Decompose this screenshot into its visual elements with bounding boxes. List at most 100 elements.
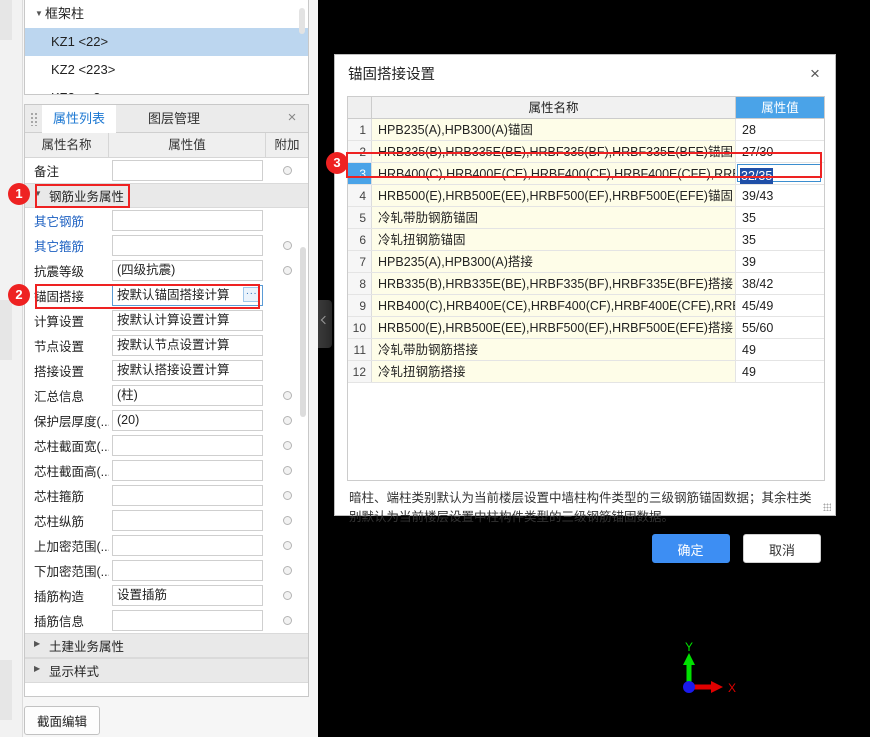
- attach-cell[interactable]: [266, 462, 308, 480]
- component-tree[interactable]: ▼框架柱 KZ1 <22> KZ2 <223> KZ2a <3>: [24, 0, 309, 95]
- property-row[interactable]: 芯柱截面高(...: [25, 458, 308, 483]
- table-row[interactable]: 11 冷轧带肋钢筋搭接 49: [348, 339, 824, 361]
- row-value[interactable]: 27/30: [736, 141, 824, 162]
- tree-group-frame-column[interactable]: ▼ 框架柱: [25, 0, 308, 28]
- cancel-button[interactable]: 取消: [743, 534, 821, 563]
- property-row[interactable]: 插筋构造 设置插筋: [25, 583, 308, 608]
- property-value-input[interactable]: [112, 535, 263, 556]
- radio-icon[interactable]: [282, 590, 292, 600]
- property-row[interactable]: 汇总信息 (柱): [25, 383, 308, 408]
- table-row[interactable]: 6 冷轧扭钢筋锚固 35: [348, 229, 824, 251]
- row-value[interactable]: 49: [736, 339, 824, 360]
- row-value[interactable]: 35: [736, 207, 824, 228]
- table-row[interactable]: 9 HRB400(C),HRB400E(CE),HRBF400(CF),HRBF…: [348, 295, 824, 317]
- tree-item-kz2[interactable]: KZ2 <223>: [25, 56, 308, 84]
- ok-button[interactable]: 确定: [651, 534, 730, 563]
- property-row[interactable]: 上加密范围(...: [25, 533, 308, 558]
- row-value-editing[interactable]: 32/35: [736, 163, 824, 184]
- property-value-input[interactable]: 按默认搭接设置计算: [112, 360, 263, 381]
- radio-icon[interactable]: [282, 165, 292, 175]
- row-value[interactable]: 38/42: [736, 273, 824, 294]
- property-row[interactable]: 其它钢筋: [25, 208, 308, 233]
- property-row[interactable]: 计算设置 按默认计算设置计算: [25, 308, 308, 333]
- property-row-anchor-lap[interactable]: 锚固搭接 按默认锚固搭接计算 ···: [25, 283, 308, 308]
- property-value-input[interactable]: 设置插筋: [112, 585, 263, 606]
- panel-collapse-handle[interactable]: [318, 300, 332, 348]
- tree-item-kz2a[interactable]: KZ2a <3>: [25, 84, 308, 94]
- property-value-input[interactable]: (柱): [112, 385, 263, 406]
- property-row[interactable]: 备注: [25, 158, 308, 183]
- property-row[interactable]: 芯柱截面宽(...: [25, 433, 308, 458]
- radio-icon[interactable]: [282, 440, 292, 450]
- row-value[interactable]: 45/49: [736, 295, 824, 316]
- table-row[interactable]: 2 HRB335(B),HRB335E(BE),HRBF335(BF),HRBF…: [348, 141, 824, 163]
- radio-icon[interactable]: [282, 465, 292, 475]
- property-value-input[interactable]: [112, 210, 263, 231]
- close-icon[interactable]: ×: [284, 110, 300, 126]
- tab-property-list[interactable]: 属性列表: [42, 105, 117, 133]
- property-value-input[interactable]: [112, 435, 263, 456]
- property-row[interactable]: 其它箍筋: [25, 233, 308, 258]
- property-value-input[interactable]: [112, 510, 263, 531]
- attach-cell[interactable]: [266, 487, 308, 505]
- tab-layer-management[interactable]: 图层管理: [137, 105, 211, 133]
- property-group-civil[interactable]: ▶ 土建业务属性: [25, 633, 308, 658]
- property-row[interactable]: 抗震等级 (四级抗震): [25, 258, 308, 283]
- property-row[interactable]: 节点设置 按默认节点设置计算: [25, 333, 308, 358]
- row-value[interactable]: 49: [736, 361, 824, 382]
- radio-icon[interactable]: [282, 615, 292, 625]
- drag-grip-icon[interactable]: [30, 112, 39, 126]
- table-row[interactable]: 8 HRB335(B),HRB335E(BE),HRBF335(BF),HRBF…: [348, 273, 824, 295]
- property-value-input[interactable]: 按默认计算设置计算: [112, 310, 263, 331]
- column-header-value[interactable]: 属性值: [736, 97, 824, 118]
- attach-cell[interactable]: [266, 512, 308, 530]
- ellipsis-button[interactable]: ···: [243, 287, 260, 302]
- property-row[interactable]: 芯柱纵筋: [25, 508, 308, 533]
- property-value-input[interactable]: [112, 235, 263, 256]
- property-row[interactable]: 搭接设置 按默认搭接设置计算: [25, 358, 308, 383]
- radio-icon[interactable]: [282, 565, 292, 575]
- row-value[interactable]: 39/43: [736, 185, 824, 206]
- value-edit-box[interactable]: 32/35: [737, 164, 821, 184]
- attach-cell[interactable]: [266, 562, 308, 580]
- property-value-input[interactable]: [112, 560, 263, 581]
- property-value-input[interactable]: [112, 460, 263, 481]
- radio-icon[interactable]: [282, 540, 292, 550]
- attach-cell[interactable]: [266, 612, 308, 630]
- table-row[interactable]: 12 冷轧扭钢筋搭接 49: [348, 361, 824, 383]
- row-value[interactable]: 55/60: [736, 317, 824, 338]
- radio-icon[interactable]: [282, 515, 292, 525]
- property-value-input[interactable]: [112, 160, 263, 181]
- property-row[interactable]: 保护层厚度(... (20): [25, 408, 308, 433]
- table-row[interactable]: 1 HPB235(A),HPB300(A)锚固 28: [348, 119, 824, 141]
- property-row[interactable]: 下加密范围(...: [25, 558, 308, 583]
- property-value-input[interactable]: [112, 485, 263, 506]
- radio-icon[interactable]: [282, 390, 292, 400]
- property-value-input[interactable]: [112, 610, 263, 631]
- tree-item-kz1[interactable]: KZ1 <22>: [25, 28, 308, 56]
- property-group-rebar[interactable]: ▼ 钢筋业务属性: [25, 183, 308, 208]
- close-icon[interactable]: ×: [806, 65, 824, 83]
- attach-cell[interactable]: [266, 537, 308, 555]
- property-value-input[interactable]: 按默认节点设置计算: [112, 335, 263, 356]
- radio-icon[interactable]: [282, 490, 292, 500]
- attach-cell[interactable]: [266, 162, 308, 180]
- resize-grip-icon[interactable]: [823, 503, 831, 511]
- property-row[interactable]: 芯柱箍筋: [25, 483, 308, 508]
- radio-icon[interactable]: [282, 265, 292, 275]
- table-row[interactable]: 5 冷轧带肋钢筋锚固 35: [348, 207, 824, 229]
- row-value[interactable]: 35: [736, 229, 824, 250]
- section-edit-button[interactable]: 截面编辑: [24, 706, 101, 735]
- property-value-input-anchor-lap[interactable]: 按默认锚固搭接计算 ···: [112, 285, 263, 306]
- row-value[interactable]: 39: [736, 251, 824, 272]
- property-value-input[interactable]: (20): [112, 410, 263, 431]
- table-row-selected[interactable]: 3 HRB400(C),HRB400E(CE),HRBF400(CF),HRBF…: [348, 163, 824, 185]
- row-value[interactable]: 28: [736, 119, 824, 140]
- attach-cell[interactable]: [266, 437, 308, 455]
- property-panel-scrollbar[interactable]: [300, 247, 306, 417]
- radio-icon[interactable]: [282, 240, 292, 250]
- property-row[interactable]: 插筋信息: [25, 608, 308, 633]
- table-row[interactable]: 7 HPB235(A),HPB300(A)搭接 39: [348, 251, 824, 273]
- attach-cell[interactable]: [266, 587, 308, 605]
- table-row[interactable]: 10 HRB500(E),HRB500E(EE),HRBF500(EF),HRB…: [348, 317, 824, 339]
